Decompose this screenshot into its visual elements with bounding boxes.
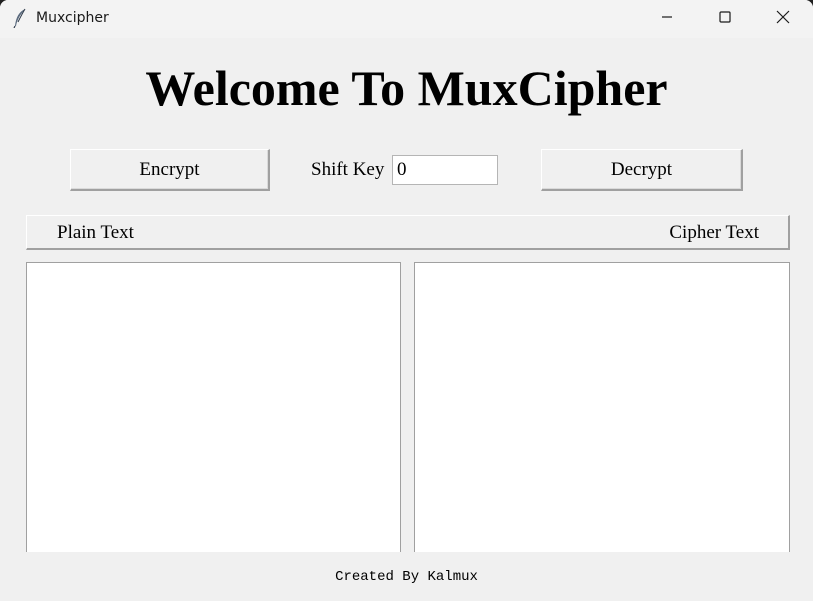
- minimize-icon: [661, 10, 673, 28]
- text-labels-bar: Plain Text Cipher Text: [26, 215, 790, 250]
- feather-icon: [13, 8, 27, 29]
- decrypt-button[interactable]: Decrypt: [541, 149, 743, 191]
- shift-key-label: Shift Key: [311, 159, 385, 180]
- app-window: Muxcipher Welcome To MuxCipher Encrypt S…: [0, 0, 813, 601]
- window-title: Muxcipher: [36, 10, 109, 26]
- cipher-text-label: Cipher Text: [669, 222, 759, 243]
- title-bar[interactable]: Muxcipher: [0, 0, 813, 38]
- close-button[interactable]: [754, 0, 812, 38]
- maximize-button[interactable]: [696, 0, 754, 38]
- maximize-icon: [719, 10, 731, 28]
- cipher-text-area[interactable]: [414, 262, 790, 552]
- minimize-button[interactable]: [638, 0, 696, 38]
- plain-text-area[interactable]: [26, 262, 401, 552]
- encrypt-button[interactable]: Encrypt: [70, 149, 270, 191]
- page-title: Welcome To MuxCipher: [145, 60, 668, 116]
- close-icon: [776, 10, 790, 29]
- plain-text-label: Plain Text: [57, 222, 134, 243]
- footer-credit: Created By Kalmux: [335, 569, 478, 585]
- shift-key-input[interactable]: [392, 155, 498, 185]
